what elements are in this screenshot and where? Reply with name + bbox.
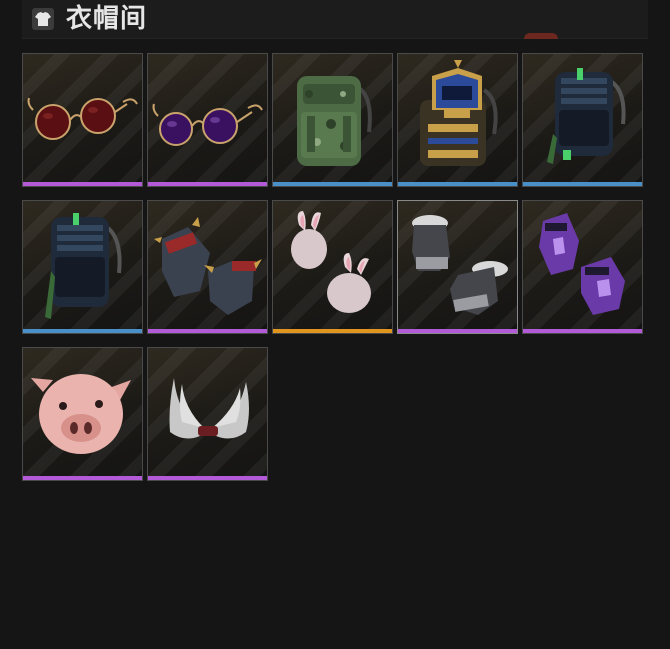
rarity-bar (398, 329, 517, 333)
rarity-bar (148, 182, 267, 186)
wardrobe-screen: 衣帽间 (0, 0, 670, 649)
sunglasses-icon (27, 97, 138, 140)
item-card-navy-backpack[interactable] (522, 53, 643, 187)
rarity-bar (273, 182, 392, 186)
backpack-icon (420, 60, 498, 166)
item-grid (22, 53, 644, 481)
item-card-purple-sunglasses[interactable] (147, 53, 268, 187)
backpack-icon (547, 68, 626, 164)
item-card-camo-backpack[interactable] (272, 53, 393, 187)
item-card-navy-backpack-2[interactable] (22, 200, 143, 334)
item-card-spiked-gauntlets[interactable] (147, 200, 268, 334)
gloves-icon (539, 213, 625, 315)
item-card-red-sunglasses[interactable] (22, 53, 143, 187)
rarity-bar (23, 329, 142, 333)
page-title: 衣帽间 (66, 4, 148, 34)
rarity-bar (23, 182, 142, 186)
item-card-fur-gloves[interactable] (397, 200, 518, 334)
rarity-bar (273, 329, 392, 333)
header-bar: 衣帽间 (22, 0, 648, 39)
rarity-bar (148, 476, 267, 480)
rarity-bar (23, 476, 142, 480)
shirt-icon[interactable] (32, 8, 54, 30)
pig-mask-icon (31, 374, 131, 454)
header-decoration (524, 33, 558, 39)
rarity-bar (398, 182, 517, 186)
item-card-bunny-mittens[interactable] (272, 200, 393, 334)
rarity-bar (148, 329, 267, 333)
gloves-icon (154, 217, 262, 315)
backpack-icon (45, 213, 122, 319)
wings-icon (169, 378, 249, 439)
item-card-pig-mask[interactable] (22, 347, 143, 481)
item-card-purple-gloves[interactable] (522, 200, 643, 334)
item-card-feather-wings[interactable] (147, 347, 268, 481)
item-card-pharaoh-backpack[interactable] (397, 53, 518, 187)
rarity-bar (523, 329, 642, 333)
gloves-icon (291, 211, 371, 313)
sunglasses-icon (152, 103, 263, 146)
backpack-icon (297, 76, 372, 166)
rarity-bar (523, 182, 642, 186)
gloves-icon (412, 215, 508, 315)
